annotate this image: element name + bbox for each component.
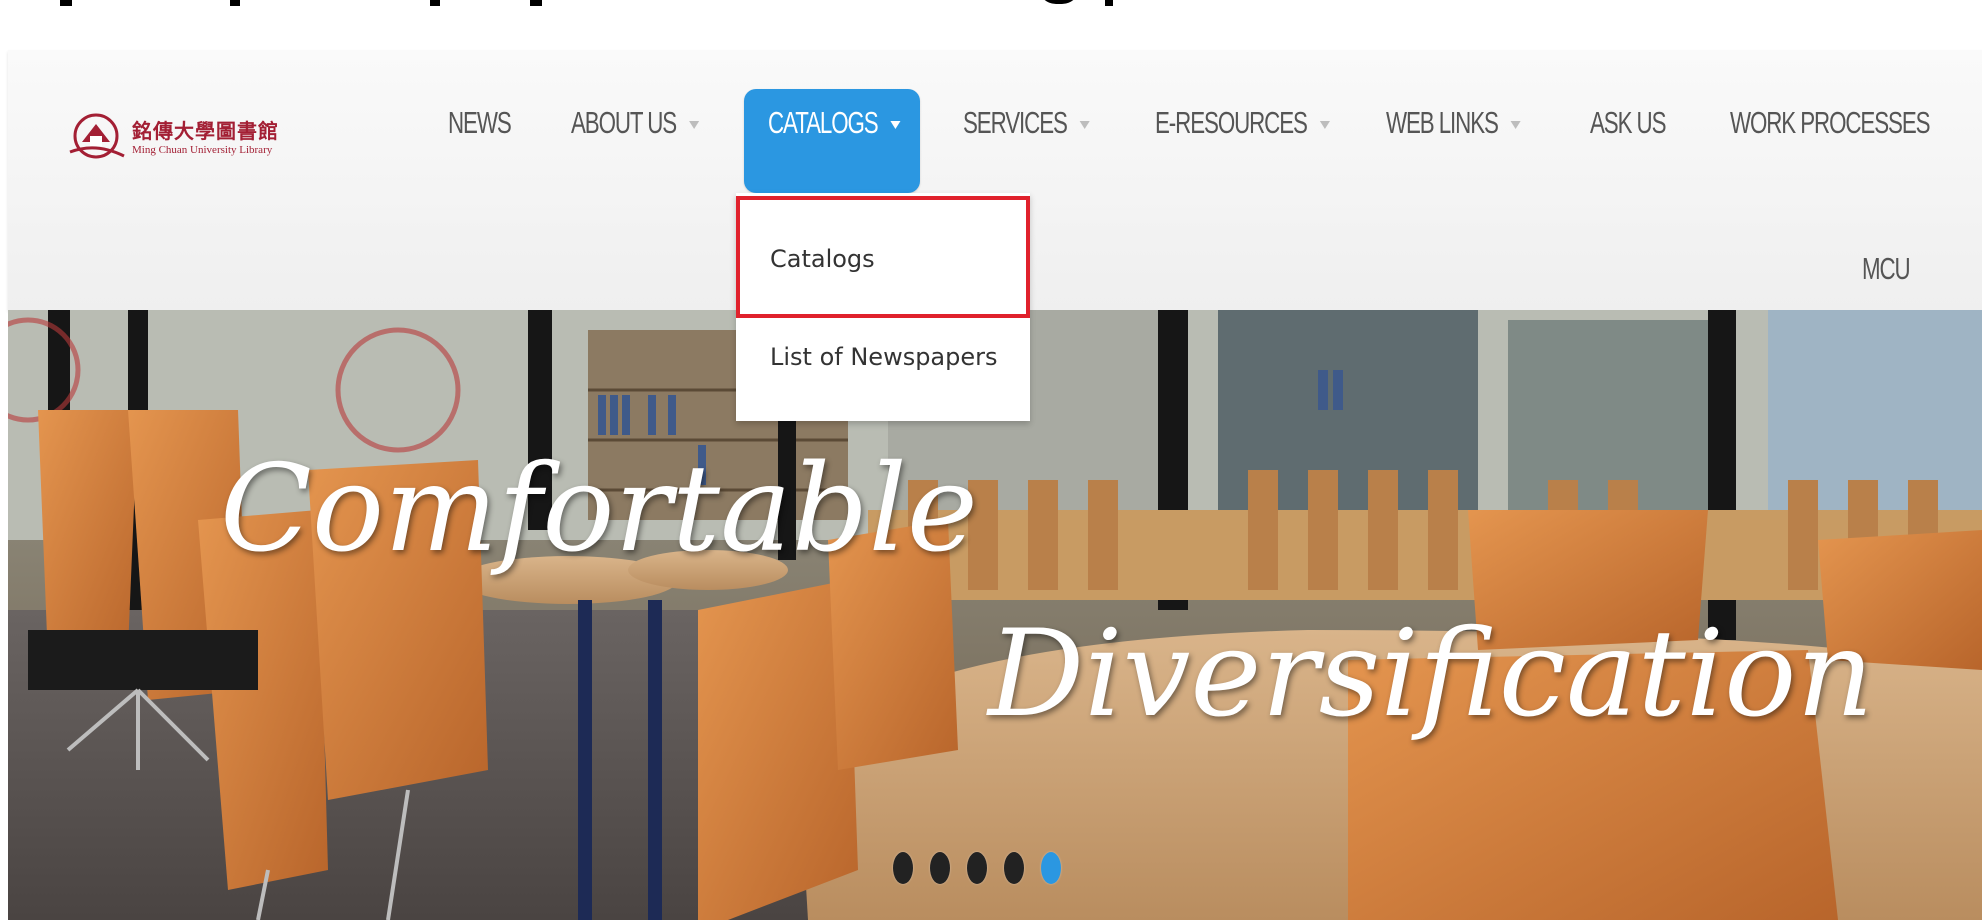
hero-headline-comfortable: Comfortable: [220, 440, 978, 579]
page: 銘傳大學圖書館 Ming Chuan University Library NE…: [0, 0, 1982, 920]
logo-english-name: Ming Chuan University Library: [132, 143, 273, 156]
dropdown-item-list-of-newspapers[interactable]: List of Newspapers: [770, 343, 998, 371]
cropped-caption-remnant: [0, 0, 1982, 50]
nav-label: ASK US: [1590, 105, 1666, 140]
carousel-pagination: [893, 852, 1061, 884]
dropdown-item-catalogs[interactable]: Catalogs: [770, 245, 875, 273]
caret-down-icon: [1319, 121, 1330, 129]
catalogs-dropdown-menu: Catalogs List of Newspapers: [736, 193, 1030, 421]
nav-item-web-links[interactable]: WEB LINKS: [1386, 90, 1521, 156]
nav-item-about-us[interactable]: ABOUT US: [571, 90, 700, 156]
nav-item-mcu[interactable]: MCU: [1862, 236, 1911, 302]
nav-item-services[interactable]: SERVICES: [963, 90, 1090, 156]
carousel-dot-5[interactable]: [1041, 852, 1061, 884]
nav-label: E-RESOURCES: [1155, 105, 1308, 140]
logo-chinese-name: 銘傳大學圖書館: [132, 118, 279, 143]
nav-label: WORK PROCESSES: [1730, 105, 1931, 140]
nav-label: MCU: [1862, 251, 1911, 286]
carousel-dot-1[interactable]: [893, 852, 913, 884]
nav-item-e-resources[interactable]: E-RESOURCES: [1155, 90, 1330, 156]
nav-label: ABOUT US: [571, 105, 677, 140]
carousel-dot-4[interactable]: [1004, 852, 1024, 884]
nav-label: SERVICES: [963, 105, 1068, 140]
nav-item-work-processes[interactable]: WORK PROCESSES: [1730, 90, 1931, 156]
caret-down-icon: [1079, 121, 1090, 129]
caret-down-icon: [890, 121, 901, 129]
hero-headline-diversification: Diversification: [988, 605, 1874, 744]
nav-item-catalogs[interactable]: CATALOGS: [768, 90, 901, 156]
carousel-dot-2[interactable]: [930, 852, 950, 884]
library-emblem-icon: [69, 113, 125, 159]
nav-label: NEWS: [448, 105, 512, 140]
library-logo[interactable]: 銘傳大學圖書館 Ming Chuan University Library: [68, 112, 279, 164]
caret-down-icon: [1510, 121, 1521, 129]
nav-label: WEB LINKS: [1386, 105, 1499, 140]
nav-label: CATALOGS: [768, 105, 879, 140]
carousel-dot-3[interactable]: [967, 852, 987, 884]
nav-item-ask-us[interactable]: ASK US: [1590, 90, 1666, 156]
nav-item-news[interactable]: NEWS: [448, 90, 512, 156]
caret-down-icon: [689, 121, 700, 129]
